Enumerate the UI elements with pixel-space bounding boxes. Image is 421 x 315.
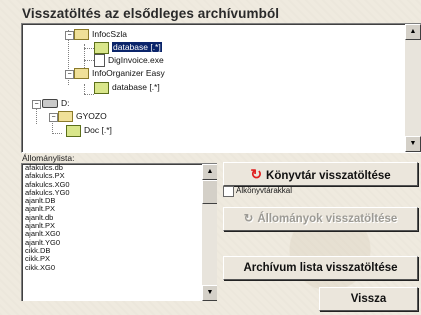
list-item[interactable]: ajanlt.YG0 xyxy=(22,238,217,247)
restore-archive-list-button[interactable]: Archívum lista visszatöltése xyxy=(223,256,418,280)
tree-node-database[interactable]: database [.*] xyxy=(94,81,160,94)
collapse-toggle[interactable]: − xyxy=(65,70,74,79)
file-list[interactable]: afakulcs.db afakulcs.PX afakulcs.XG0 afakul… xyxy=(21,163,217,301)
tree-line xyxy=(84,84,85,94)
database-folder-icon xyxy=(94,41,109,54)
tree-line xyxy=(52,133,62,134)
tree-line xyxy=(84,94,94,95)
open-folder-icon xyxy=(74,68,89,80)
page-title: Visszatöltés az elsődleges archívumból xyxy=(22,6,280,21)
file-list-items: afakulcs.db afakulcs.PX afakulcs.XG0 afakul… xyxy=(22,164,217,272)
filelist-scrollbar[interactable]: ▲ ▼ xyxy=(202,164,217,301)
file-icon xyxy=(94,54,105,68)
drive-icon xyxy=(42,99,58,109)
collapse-toggle[interactable]: − xyxy=(65,31,74,40)
scroll-down-icon[interactable]: ▼ xyxy=(202,285,217,301)
list-item[interactable]: cikk.DB xyxy=(22,246,217,255)
tree-node-infoorganizer[interactable]: InfoOrganizer Easy xyxy=(74,67,165,80)
scroll-thumb[interactable] xyxy=(202,180,217,204)
filelist-label: Állománylista: xyxy=(22,153,75,163)
with-subdirs-label: Alkönyvtárakkal xyxy=(236,186,293,195)
open-folder-icon xyxy=(74,29,89,41)
database-folder-icon xyxy=(94,81,109,94)
restore-directory-button[interactable]: ↻ Könyvtár visszatöltése xyxy=(223,162,418,186)
refresh-icon: ↻ xyxy=(243,213,254,225)
tree-node-diginvoice[interactable]: DigInvoice.exe xyxy=(94,54,164,68)
collapse-toggle[interactable]: − xyxy=(32,100,41,109)
scroll-up-icon[interactable]: ▲ xyxy=(405,24,421,40)
refresh-icon: ↻ xyxy=(250,166,263,182)
database-folder-icon xyxy=(66,124,81,137)
tree-line xyxy=(84,48,94,49)
list-item[interactable]: cikk.XG0 xyxy=(22,263,217,272)
tree-node-database-selected[interactable]: database [.*] xyxy=(94,41,162,54)
tree-line xyxy=(84,60,94,61)
tree-node-gyozo[interactable]: GYOZO xyxy=(58,110,107,123)
tree-node-drive-d[interactable]: D: xyxy=(42,97,70,109)
archive-tree[interactable]: − InfocSzla database [.*] DigInvoice.exe… xyxy=(21,23,421,153)
scroll-up-icon[interactable]: ▲ xyxy=(202,164,217,180)
tree-node-infocszla[interactable]: InfocSzla xyxy=(74,28,127,41)
tree-scrollbar[interactable]: ▲ ▼ xyxy=(405,24,421,152)
collapse-toggle[interactable]: − xyxy=(49,113,58,122)
open-folder-icon xyxy=(58,111,73,123)
back-button[interactable]: Vissza xyxy=(319,287,418,311)
with-subdirs-checkbox[interactable] xyxy=(223,186,234,197)
scroll-down-icon[interactable]: ▼ xyxy=(405,136,421,152)
restore-files-button[interactable]: ↻ Állományok visszatöltése xyxy=(223,207,418,231)
tree-line xyxy=(52,120,53,134)
tree-node-doc[interactable]: Doc [.*] xyxy=(66,124,112,137)
